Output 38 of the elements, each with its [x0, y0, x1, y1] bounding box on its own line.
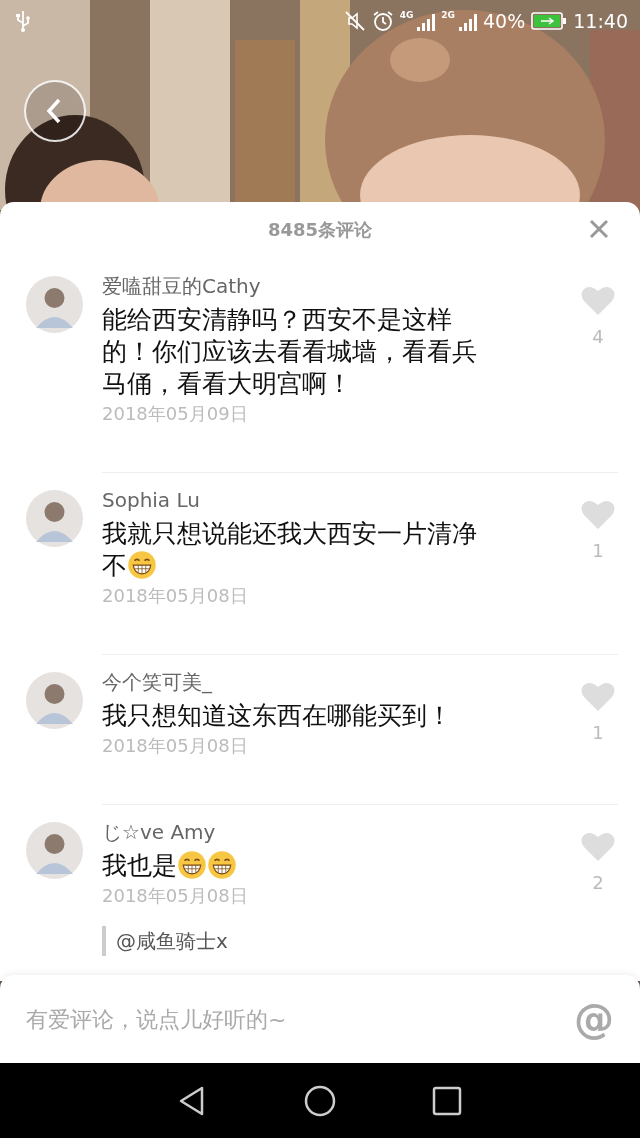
- avatar-icon[interactable]: [26, 672, 83, 729]
- home-nav-icon[interactable]: [303, 1083, 337, 1118]
- comment-text: 我也是: [102, 850, 237, 882]
- comment-date: 2018年05月09日: [102, 402, 248, 426]
- comment-text: 我就只想说能还我大西安一片清净不: [102, 518, 478, 582]
- comment-author[interactable]: 爱嗑甜豆的Cathy: [102, 272, 261, 300]
- avatar-icon[interactable]: [26, 490, 83, 547]
- avatar-icon[interactable]: [26, 276, 83, 333]
- mute-icon: [343, 10, 366, 32]
- avatar-icon[interactable]: [26, 822, 83, 879]
- comment-author[interactable]: じ☆ve Amy: [102, 818, 216, 846]
- like-count: 1: [592, 540, 604, 561]
- comments-title: 8485条评论: [267, 218, 373, 242]
- signal-icon: [457, 11, 477, 31]
- comment-author[interactable]: 今个笑可美_: [102, 668, 212, 696]
- comment-text: 我只想知道这东西在哪能买到！: [102, 700, 452, 732]
- usb-icon: [14, 10, 32, 32]
- network-type: 4G: [399, 10, 414, 20]
- like-count: 2: [592, 872, 604, 893]
- grinning-emoji-icon: [127, 550, 157, 580]
- comment-date: 2018年05月08日: [102, 734, 248, 758]
- network-type: 2G: [441, 10, 455, 20]
- comment-author[interactable]: Sophia Lu: [102, 486, 200, 514]
- like-count: 4: [592, 326, 604, 347]
- battery-percent: 40%: [483, 10, 526, 32]
- clock-time: 11:40: [573, 10, 628, 32]
- like-count: 1: [592, 722, 604, 743]
- grinning-emoji-icon: [177, 850, 207, 880]
- battery-icon: [531, 12, 568, 30]
- comment-date: 2018年05月08日: [102, 584, 248, 608]
- comment-input[interactable]: 有爱评论，说点儿好听的~: [26, 1006, 574, 1032]
- grinning-emoji-icon: [207, 850, 237, 880]
- signal-icon: [415, 11, 436, 31]
- close-icon[interactable]: [588, 218, 610, 240]
- comment-date: 2018年05月08日: [102, 884, 248, 908]
- reply-mention[interactable]: @咸鱼骑士x: [102, 926, 228, 956]
- comment-text: 能给西安清静吗？西安不是这样的！你们应该去看看城墙，看看兵马俑，看看大明宫啊！: [102, 304, 478, 400]
- alarm-icon: [371, 10, 394, 32]
